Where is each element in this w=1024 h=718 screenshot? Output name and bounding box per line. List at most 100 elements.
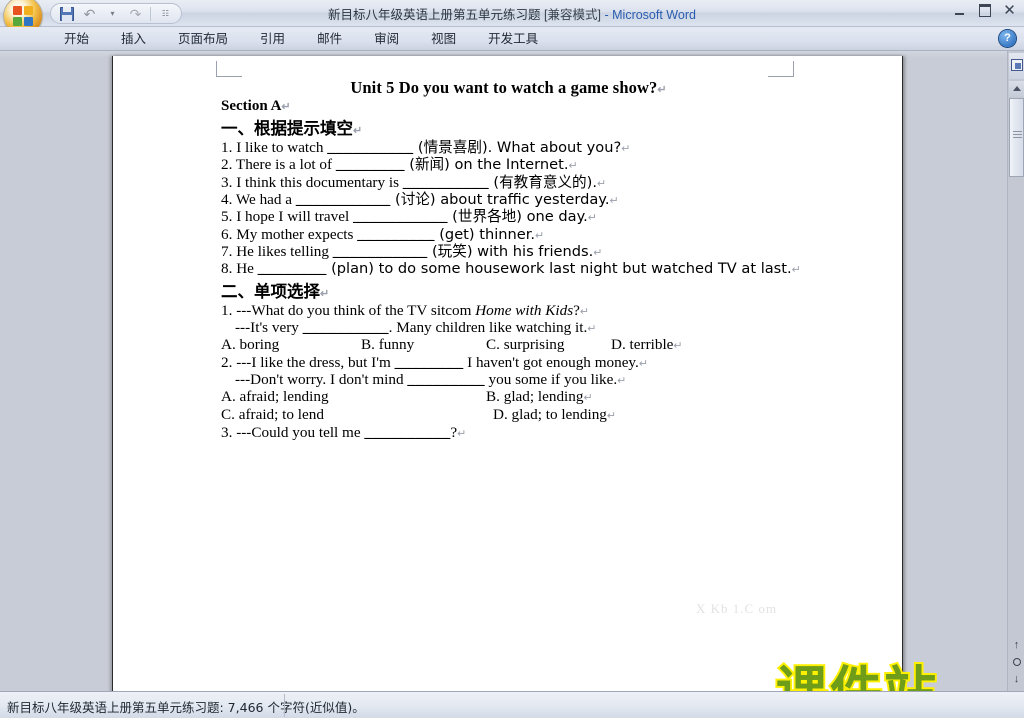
section-a-label-line: Section A↵ — [221, 98, 796, 115]
item-post-text: (plan) to do some housework last night b… — [326, 260, 792, 278]
minimize-button[interactable] — [951, 2, 968, 18]
choice-question-2-line-2: ---Don't worry. I don't mind _________ y… — [221, 371, 796, 388]
option-a[interactable]: A. boring — [221, 336, 361, 354]
part-one-heading: 一、根据提示填空 — [221, 119, 353, 138]
answer-blank: ________ — [335, 156, 405, 174]
paragraph-mark-icon: ↵ — [568, 160, 578, 173]
next-page-button[interactable] — [1009, 670, 1024, 687]
option-d[interactable]: D. terrible — [611, 336, 673, 354]
window-title-document: 新目标八年级英语上册第五单元练习题 — [328, 8, 541, 22]
item-pre-text: My mother expects — [236, 225, 358, 243]
answer-blank: ________ — [394, 353, 464, 371]
paragraph-mark-icon: ↵ — [457, 427, 467, 440]
ribbon-tab-strip: 开始 插入 页面布局 引用 邮件 审阅 视图 开发工具 ? — [0, 27, 1024, 51]
question-text: ---I like the dress, but I'm — [236, 353, 395, 371]
select-browse-object-top-button[interactable] — [1009, 53, 1024, 79]
answer-blank: __________ — [327, 139, 414, 156]
doc-title: Unit 5 Do you want to watch a game show? — [350, 78, 658, 97]
paragraph-mark-icon: ↵ — [587, 212, 598, 225]
option-d[interactable]: D. glad; to lending — [493, 406, 607, 424]
answer-blank: _________ — [357, 225, 435, 243]
vertical-scrollbar[interactable] — [1007, 51, 1024, 691]
tab-references[interactable]: 引用 — [244, 28, 301, 51]
answer-suffix: . Many children like watching it. — [388, 318, 588, 336]
item-post-text: (玩笑) with his friends. — [427, 243, 594, 261]
tab-home[interactable]: 开始 — [48, 28, 105, 51]
option-c[interactable]: C. afraid; to lend — [221, 406, 493, 424]
help-icon[interactable]: ? — [999, 30, 1016, 47]
scrollbar-grip-icon — [1013, 131, 1022, 139]
scroll-up-button[interactable] — [1009, 81, 1024, 97]
item-pre-text: There is a lot of — [235, 156, 336, 174]
status-bar: 新目标八年级英语上册第五单元练习题: 7,466 个字符(近似值)。 — [0, 691, 1024, 718]
document-body[interactable]: Unit 5 Do you want to watch a game show?… — [113, 56, 902, 696]
tab-review[interactable]: 审阅 — [358, 28, 415, 51]
question-text-end: ? — [573, 301, 580, 319]
paragraph-mark-icon: ↵ — [596, 177, 607, 190]
answer-blank: __________ — [302, 318, 389, 336]
close-button[interactable]: ✕ — [1001, 2, 1018, 18]
paragraph-mark-icon: ↵ — [621, 143, 631, 155]
paragraph-mark-icon: ↵ — [281, 101, 291, 113]
chevron-up-icon — [1012, 86, 1021, 91]
paragraph-mark-icon: ↵ — [673, 339, 683, 352]
item-post-text: (新闻) on the Internet. — [404, 156, 569, 174]
option-c[interactable]: C. surprising — [486, 336, 611, 354]
choice-question-1-line-2: ---It's very __________. Many children l… — [221, 319, 796, 336]
fill-blank-item: 3. I think this documentary is _________… — [221, 174, 796, 191]
answer-blank: __________ — [402, 173, 489, 191]
tab-insert[interactable]: 插入 — [105, 28, 162, 51]
item-number: 7. — [221, 243, 233, 261]
question-text: ---Could you tell me — [236, 423, 365, 441]
item-number: 6. — [221, 225, 233, 243]
item-number: 2. — [221, 156, 233, 174]
section-a-label: Section A — [221, 98, 282, 114]
tab-developer[interactable]: 开发工具 — [472, 28, 554, 51]
word-window: ↶ ▾ ↷ ☷ 新目标八年级英语上册第五单元练习题 [兼容模式] - Micro… — [0, 0, 1024, 718]
paragraph-mark-icon: ↵ — [353, 125, 363, 137]
window-title-mode: [兼容模式] — [544, 8, 601, 22]
item-pre-text: I think this documentary is — [236, 173, 403, 191]
option-b[interactable]: B. funny — [361, 336, 486, 354]
part-two-heading-line: 二、单项选择↵ — [221, 278, 796, 302]
item-post-text: (世界各地) one day. — [447, 208, 588, 226]
option-b[interactable]: B. glad; lending — [486, 388, 583, 406]
document-page[interactable]: Unit 5 Do you want to watch a game show?… — [112, 56, 903, 696]
restore-button[interactable] — [976, 2, 993, 18]
paragraph-mark-icon: ↵ — [606, 409, 617, 422]
tab-mailings[interactable]: 邮件 — [301, 28, 358, 51]
circle-icon — [1012, 657, 1021, 666]
fill-blank-item: 5. I hope I will travel ___________ (世界各… — [221, 208, 796, 225]
tab-page-layout[interactable]: 页面布局 — [162, 28, 244, 51]
paragraph-mark-icon: ↵ — [587, 322, 597, 335]
ribbon-tabs: 开始 插入 页面布局 引用 邮件 审阅 视图 开发工具 — [48, 27, 554, 51]
answer-blank: ___________ — [332, 243, 428, 261]
answer-blank: ___________ — [295, 191, 391, 209]
paragraph-mark-icon: ↵ — [609, 195, 619, 208]
paragraph-mark-icon: ↵ — [535, 229, 545, 242]
fill-blank-item: 8. He ________ (plan) to do some housewo… — [221, 260, 801, 278]
paragraph-mark-icon: ↵ — [320, 287, 330, 300]
paragraph-mark-icon: ↵ — [593, 247, 603, 260]
choice-question-1-line-1: 1. ---What do you think of the TV sitcom… — [221, 302, 796, 319]
item-post-text: (讨论) about traffic yesterday. — [390, 191, 610, 209]
item-number: 2. — [221, 353, 233, 371]
scrollbar-thumb[interactable] — [1009, 98, 1024, 177]
fill-blank-item: 4. We had a ___________ (讨论) about traff… — [221, 191, 796, 208]
choice-question-2-options-row-2: C. afraid; to lend D. glad; to lending↵ — [221, 406, 796, 424]
fill-blank-item: 7. He likes telling ___________ (玩笑) wit… — [221, 243, 796, 260]
item-number: 5. — [221, 208, 233, 226]
select-browse-object-icon — [1011, 59, 1023, 71]
previous-page-button[interactable] — [1009, 636, 1024, 653]
paragraph-mark-icon: ↵ — [791, 264, 801, 277]
item-number: 3. — [221, 423, 233, 441]
option-a[interactable]: A. afraid; lending — [221, 388, 486, 406]
browse-object-button[interactable] — [1009, 653, 1024, 670]
item-pre-text: I like to watch — [236, 139, 328, 156]
paragraph-mark-icon: ↵ — [638, 357, 649, 370]
tab-view[interactable]: 视图 — [415, 28, 472, 51]
answer-blank: __________ — [364, 423, 451, 441]
choice-question-2-options-row-1: A. afraid; lending B. glad; lending↵ — [221, 388, 796, 406]
item-pre-text: I hope I will travel — [236, 208, 354, 226]
item-number: 8. — [221, 260, 233, 278]
